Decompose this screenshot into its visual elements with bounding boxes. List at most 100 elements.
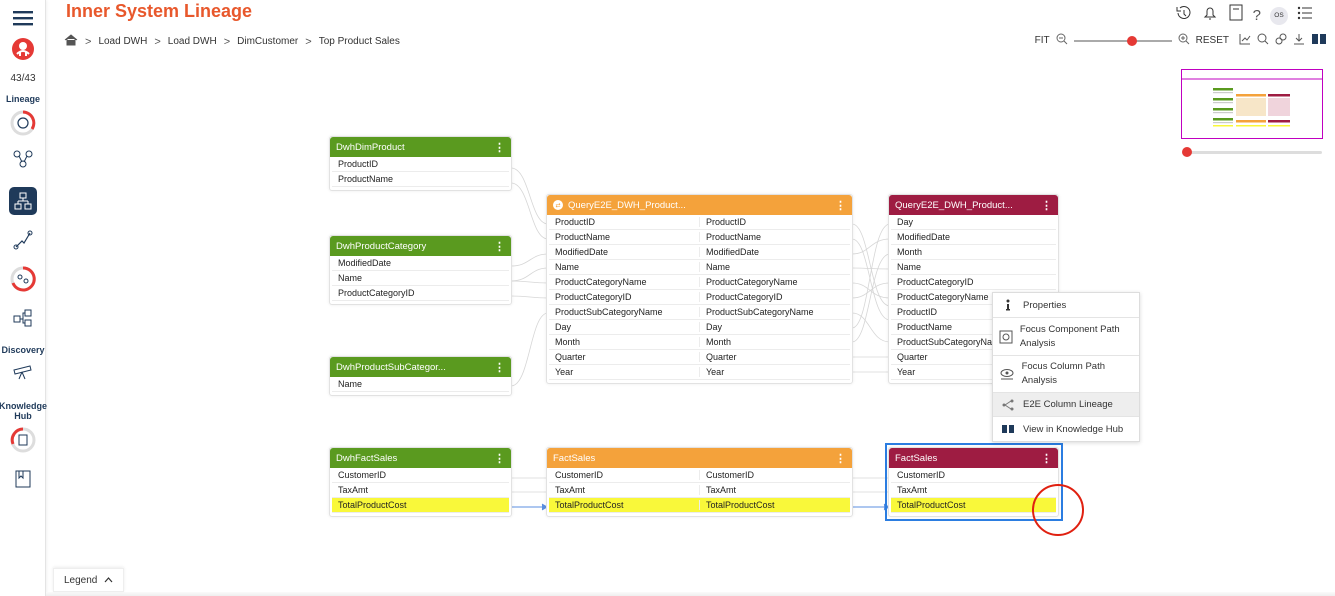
column-name: ProductName [338, 174, 394, 184]
menu-item-label: Focus Column Path Analysis [1021, 361, 1106, 386]
column-row[interactable]: Name Name [549, 260, 850, 275]
column-name: Day [897, 217, 914, 227]
menu-item-view-knowledge-hub[interactable]: View in Knowledge Hub [993, 417, 1139, 441]
column-row[interactable]: ProductCategoryName ProductCategoryName [549, 275, 850, 290]
node-title: DwhProductCategory [336, 240, 427, 252]
column-name: Name [699, 262, 850, 272]
node-query-e2e-product-mid[interactable]: ⇄ QueryE2E_DWH_Product... ⋮ ProductID Prod… [546, 194, 853, 384]
book-icon [999, 424, 1017, 434]
kebab-menu-icon[interactable]: ⋮ [835, 452, 846, 465]
column-row[interactable]: ProductCategoryID ProductCategoryID [549, 290, 850, 305]
kebab-menu-icon[interactable]: ⋮ [835, 199, 846, 212]
node-header[interactable]: ⇄ QueryE2E_DWH_Product... ⋮ [547, 195, 852, 215]
column-name: ModifiedDate [897, 232, 951, 242]
node-dwh-fact-sales[interactable]: DwhFactSales ⋮ CustomerID TaxAmt TotalPr… [329, 447, 512, 517]
column-name: Day [555, 322, 572, 332]
column-name: Quarter [699, 352, 850, 362]
column-name: ProductCategoryName [699, 277, 850, 287]
legend-toggle[interactable]: Legend [53, 568, 124, 592]
column-row[interactable]: ProductID ProductID [549, 215, 850, 230]
node-header[interactable]: DwhDimProduct ⋮ [330, 137, 511, 157]
column-row[interactable]: Name [891, 260, 1056, 275]
menu-item-focus-column[interactable]: Focus Column Path Analysis [993, 356, 1139, 393]
column-row[interactable]: ProductCategoryID [332, 286, 509, 301]
query-icon: ⇄ [553, 200, 563, 210]
menu-item-focus-component[interactable]: Focus Component Path Analysis [993, 318, 1139, 356]
menu-item-label: Focus Component Path Analysis [1019, 323, 1120, 349]
column-name: ProductCategoryID [699, 292, 850, 302]
column-name: ModifiedDate [555, 247, 609, 257]
node-header[interactable]: QueryE2E_DWH_Product... ⋮ [889, 195, 1058, 215]
column-name: CustomerID [555, 470, 604, 480]
column-row[interactable]: ProductName [332, 172, 509, 187]
column-row[interactable]: Name [332, 271, 509, 286]
node-header[interactable]: FactSales ⋮ [547, 448, 852, 468]
node-header[interactable]: DwhProductCategory ⋮ [330, 236, 511, 256]
column-name: Year [555, 367, 574, 377]
column-name: TaxAmt [555, 485, 586, 495]
column-row[interactable]: ProductSubCategoryName ProductSubCategory… [549, 305, 850, 320]
column-name: CustomerID [699, 470, 850, 480]
kebab-menu-icon[interactable]: ⋮ [494, 141, 505, 154]
node-title: QueryE2E_DWH_Product... [568, 199, 686, 211]
node-dwh-product-subcategory[interactable]: DwhProductSubCategor... ⋮ Name [329, 356, 512, 396]
column-row[interactable]: Month Month [549, 335, 850, 350]
focus-column-icon [999, 368, 1016, 380]
node-fact-sales-mid[interactable]: FactSales ⋮ CustomerID CustomerID TaxAmt T… [546, 447, 853, 517]
column-row[interactable]: TaxAmt TaxAmt [549, 483, 850, 498]
column-row[interactable]: Day [891, 215, 1056, 230]
column-name: ProductID [555, 217, 596, 227]
node-header[interactable]: DwhFactSales ⋮ [330, 448, 511, 468]
column-row[interactable]: TaxAmt [332, 483, 509, 498]
focus-component-icon [999, 330, 1014, 344]
column-row[interactable]: ModifiedDate [332, 256, 509, 271]
menu-item-properties[interactable]: Properties [993, 293, 1139, 318]
column-row[interactable]: Month [891, 245, 1056, 260]
column-row[interactable]: ProductCategoryID [891, 275, 1056, 290]
column-name: ModifiedDate [338, 258, 392, 268]
legend-label: Legend [64, 574, 98, 586]
kebab-menu-icon[interactable]: ⋮ [1041, 199, 1052, 212]
column-row[interactable]: ProductID [332, 157, 509, 172]
node-title: FactSales [553, 452, 596, 464]
column-row[interactable]: Day Day [549, 320, 850, 335]
click-target-indicator [1032, 484, 1084, 536]
column-name: Month [699, 337, 850, 347]
column-name: TotalProductCost [555, 500, 624, 510]
node-header[interactable]: DwhProductSubCategor... ⋮ [330, 357, 511, 377]
column-name: ProductCategoryID [338, 288, 415, 298]
kebab-menu-icon[interactable]: ⋮ [494, 361, 505, 374]
column-name: Name [555, 262, 580, 272]
column-name: ProductName [699, 232, 850, 242]
app-root: 43/43 Lineage Discovery Knowledge Hub In… [0, 0, 1335, 596]
column-row[interactable]: ModifiedDate [891, 230, 1056, 245]
column-name: Year [699, 367, 850, 377]
column-row[interactable]: CustomerID CustomerID [549, 468, 850, 483]
node-title: QueryE2E_DWH_Product... [895, 199, 1013, 211]
menu-item-label: View in Knowledge Hub [1023, 423, 1124, 435]
column-name: ProductSubCategoryName [699, 307, 850, 317]
column-name: TaxAmt [699, 485, 850, 495]
node-context-menu: Properties Focus Component Path Analysis… [992, 292, 1140, 442]
column-row[interactable]: ModifiedDate ModifiedDate [549, 245, 850, 260]
column-name: TaxAmt [338, 485, 369, 495]
column-row[interactable]: Year Year [549, 365, 850, 380]
column-row[interactable]: Name [332, 377, 509, 392]
kebab-menu-icon[interactable]: ⋮ [494, 240, 505, 253]
kebab-menu-icon[interactable]: ⋮ [494, 452, 505, 465]
column-name: Name [897, 262, 922, 272]
menu-item-e2e-column-lineage[interactable]: E2E Column Lineage [993, 393, 1139, 417]
column-name: Month [555, 337, 581, 347]
column-name: ProductCategoryID [897, 277, 974, 287]
column-name: Quarter [555, 352, 586, 362]
column-row[interactable]: Quarter Quarter [549, 350, 850, 365]
node-dwh-product-category[interactable]: DwhProductCategory ⋮ ModifiedDate Name P… [329, 235, 512, 305]
column-row[interactable]: CustomerID [332, 468, 509, 483]
column-name: ProductCategoryName [555, 277, 647, 287]
column-name: Day [699, 322, 850, 332]
column-row-highlighted[interactable]: TotalProductCost TotalProductCost [549, 498, 850, 513]
column-row-highlighted[interactable]: TotalProductCost [332, 498, 509, 513]
column-row[interactable]: ProductName ProductName [549, 230, 850, 245]
node-dwh-dim-product[interactable]: DwhDimProduct ⋮ ProductID ProductName [329, 136, 512, 191]
column-name: ProductName [555, 232, 611, 242]
